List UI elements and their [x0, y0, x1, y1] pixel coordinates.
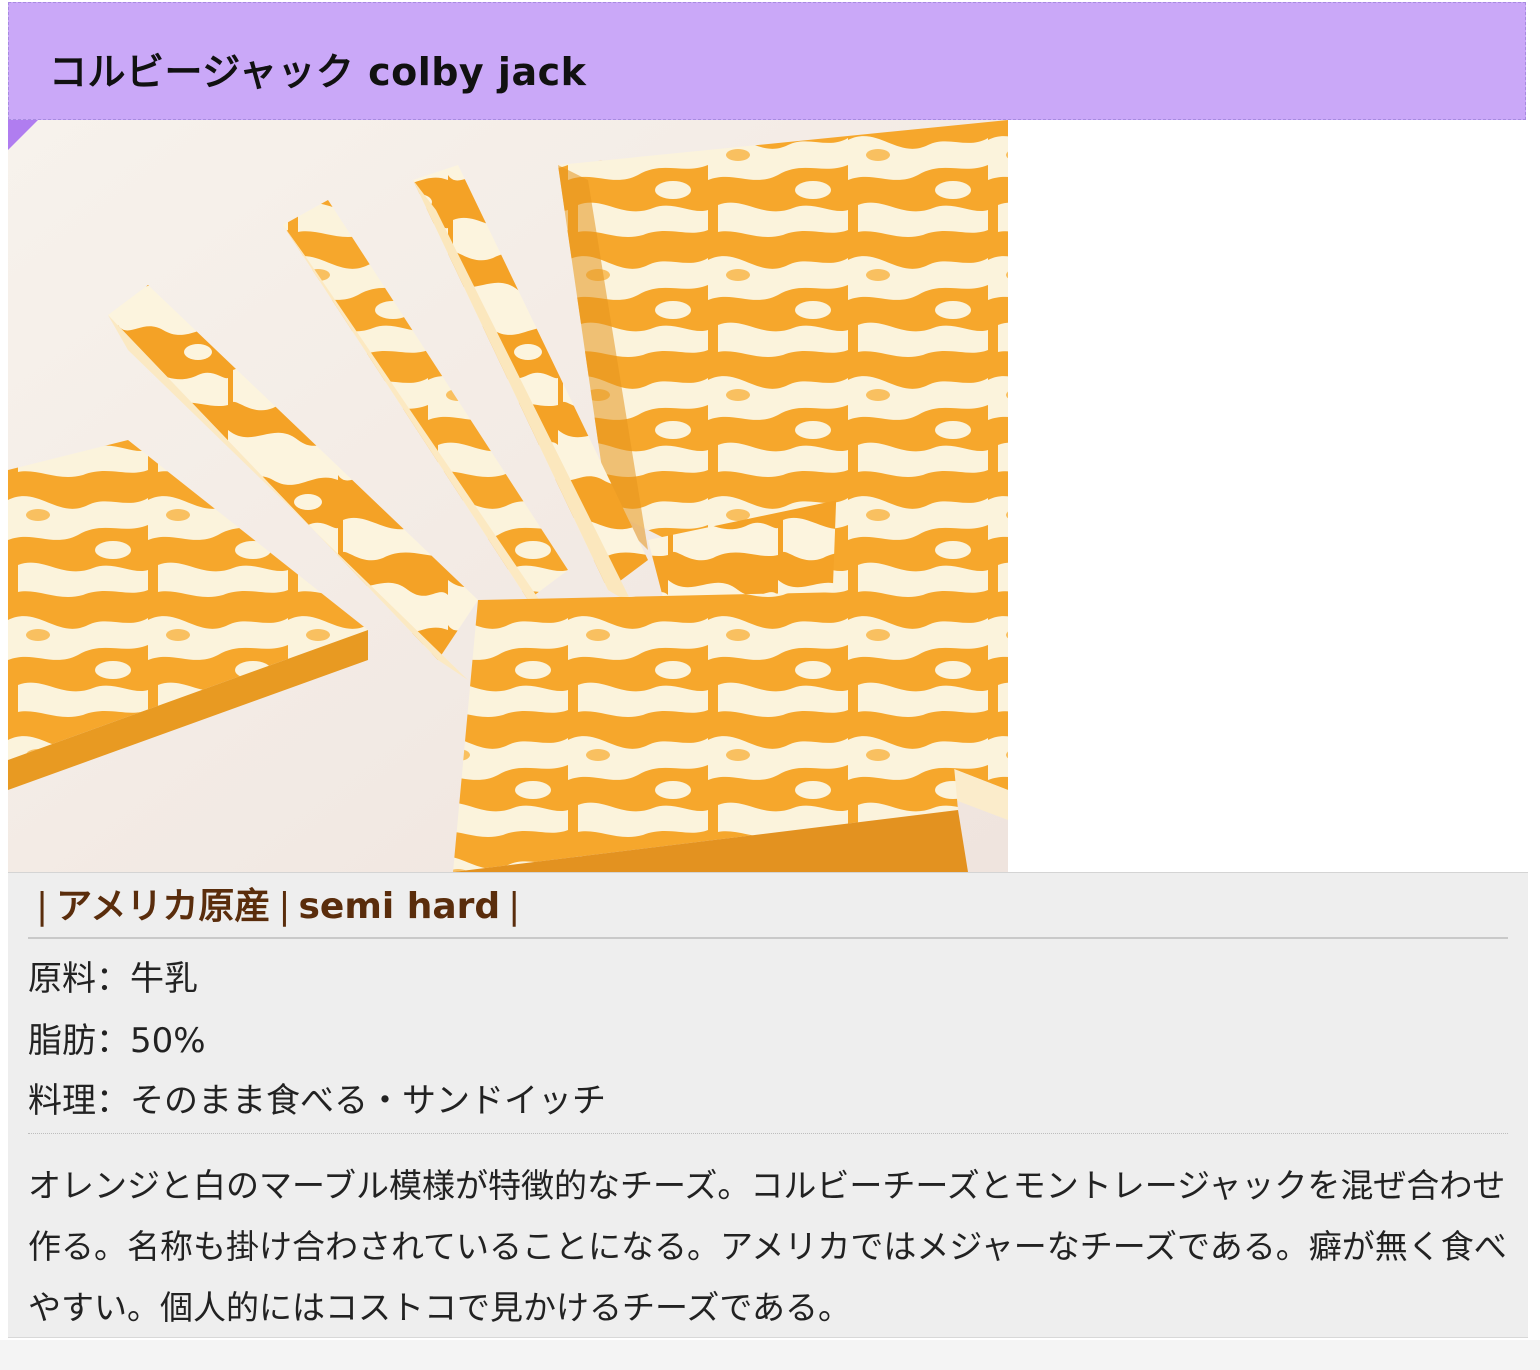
cheese-card: コルビージャック colby jack | アメリカ原産 | semi hard… — [8, 0, 1528, 1340]
cheese-description: オレンジと白のマーブル模様が特徴的なチーズ。コルビーチーズとモントレージャックを… — [28, 1166, 1507, 1327]
cheese-tagline: | アメリカ原産 | semi hard | — [28, 883, 1508, 939]
title-bar: コルビージャック colby jack — [8, 2, 1526, 120]
origin-tag: アメリカ原産 — [56, 886, 271, 927]
dishes-spec: 料理：そのまま食べる・サンドイッチ — [28, 1081, 606, 1121]
cheese-photo — [8, 120, 1008, 872]
tag-separator: | — [36, 886, 49, 927]
dotted-divider — [28, 1133, 1508, 1134]
cheese-info-panel: | アメリカ原産 | semi hard | 原料：牛乳 脂肪：50% 料理：そのまま食… — [8, 872, 1528, 1338]
page-bottom-strip — [0, 1340, 1540, 1370]
tag-separator: | — [508, 886, 521, 927]
ingredients-spec: 原料：牛乳 — [28, 959, 198, 999]
cheese-illustration — [8, 120, 1008, 872]
fat-spec: 脂肪：50% — [28, 1021, 206, 1061]
cheese-title: コルビージャック colby jack — [49, 50, 587, 94]
ribbon-fold-decoration — [8, 120, 38, 150]
texture-tag: semi hard — [298, 886, 501, 927]
tag-separator: | — [278, 886, 291, 927]
